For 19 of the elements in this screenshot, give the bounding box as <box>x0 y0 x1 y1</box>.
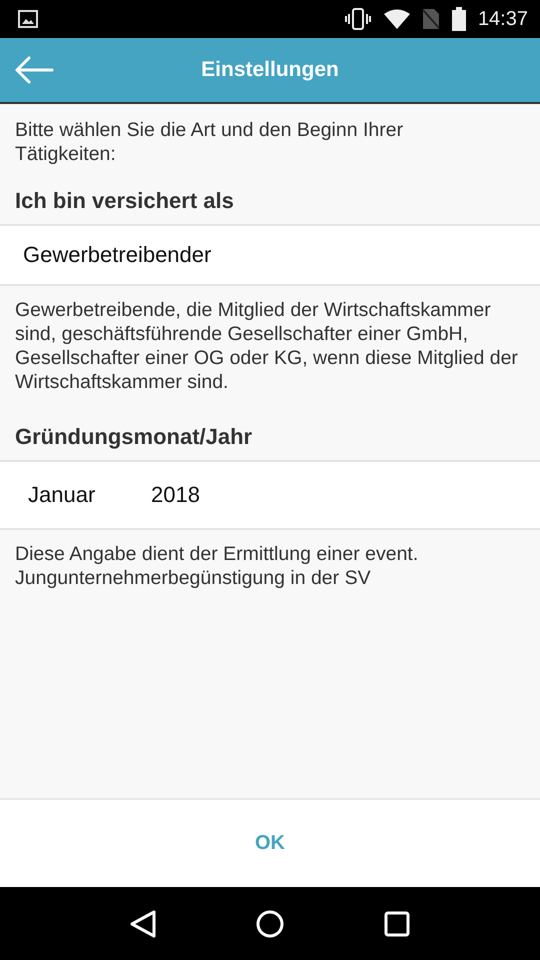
back-icon[interactable] <box>130 910 156 938</box>
description-text: Gewerbetreibende, die Mitglied der Wirtschaftskammer sind, geschäftsführende Gesellschafter einer GmbH, Gesellschafter einer OG oder KG, wenn diese Mitglied der Wirtschaftskammer sind. <box>14 298 519 394</box>
section-heading: Gründungsmonat/Jahr <box>14 424 254 450</box>
vibrate-icon <box>344 8 372 30</box>
screen-title: Einstellungen <box>200 58 340 82</box>
wifi-icon <box>384 9 410 29</box>
back-button[interactable] <box>14 55 54 85</box>
year-picker[interactable]: 2018 <box>151 482 200 508</box>
section-heading: Ich bin versichert als <box>14 188 235 214</box>
clock: 14:37 <box>478 8 528 30</box>
battery-icon <box>452 7 466 31</box>
no-sim-icon <box>422 8 440 30</box>
intro-text: Bitte wählen Sie die Art und den Beginn Ihrer Tätigkeiten: <box>14 118 404 166</box>
recent-apps-icon[interactable] <box>384 910 410 936</box>
note-text: Diese Angabe dient der Ermittlung einer event. Jungunternehmerbegünstigung in der SV <box>14 542 420 590</box>
home-icon[interactable] <box>256 910 284 938</box>
month-picker[interactable]: Januar <box>28 482 151 508</box>
insurance-type-field[interactable]: Gewerbetreibender <box>0 224 540 286</box>
image-icon <box>18 10 38 28</box>
